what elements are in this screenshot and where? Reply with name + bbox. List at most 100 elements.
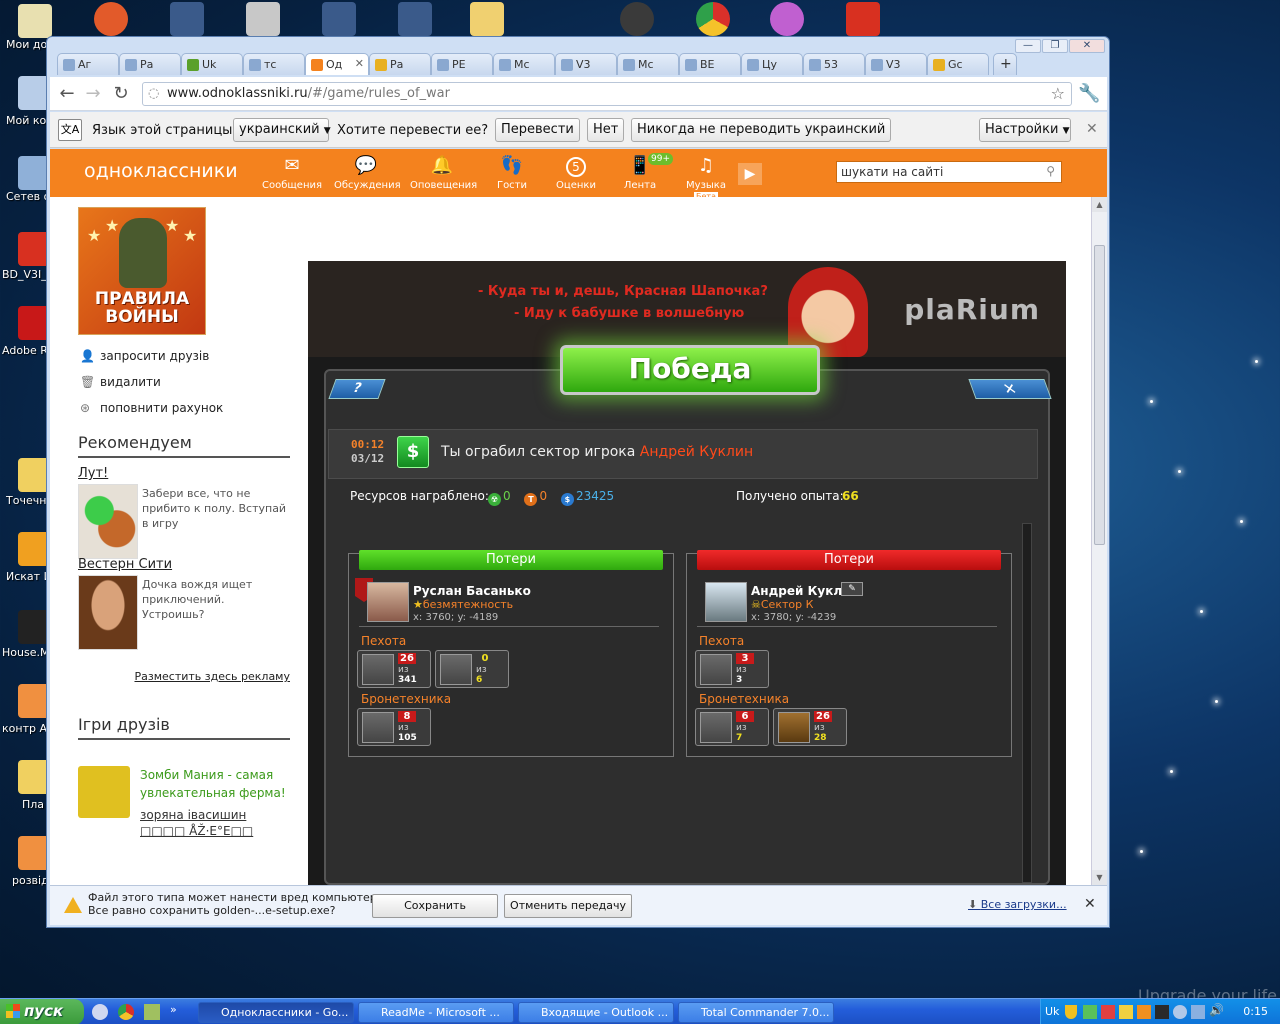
tray-app-icon[interactable] — [1119, 1005, 1133, 1019]
browser-tab[interactable]: Ра — [369, 53, 431, 75]
results-scrollbar[interactable] — [1022, 523, 1032, 883]
scroll-down-arrow-icon[interactable]: ▼ — [1092, 870, 1107, 885]
volume-icon[interactable]: 🔊 — [1209, 1003, 1224, 1017]
friend-game-title[interactable]: Зомби Мания - самая увлекательная ферма! — [140, 766, 288, 802]
translate-button[interactable]: Перевести — [495, 118, 580, 142]
chrome-icon[interactable] — [696, 2, 730, 36]
tray-app-icon[interactable] — [1101, 1005, 1115, 1019]
cancel-download-button[interactable]: Отменить передачу — [504, 894, 632, 918]
browser-tab[interactable]: Gc — [927, 53, 989, 75]
game-banner[interactable]: - Куда ты и, дешь, Красная Шапочка? - Иду… — [308, 261, 1066, 357]
back-arrow-icon[interactable]: ← — [56, 83, 78, 105]
nav-guests[interactable]: 👣 Гости — [480, 153, 544, 191]
shield-icon[interactable] — [1065, 1005, 1077, 1019]
taskbar-task[interactable]: Входящие - Outlook ... — [518, 1002, 674, 1023]
bookmark-star-icon[interactable]: ☆ — [1051, 84, 1065, 103]
language-select[interactable]: украинский ▼ — [233, 118, 331, 142]
enemy-name[interactable]: Андрей Куклин — [640, 444, 753, 460]
play-icon[interactable]: ▶ — [738, 163, 762, 185]
player-avatar[interactable] — [705, 582, 747, 622]
browser-quicklaunch-icon[interactable] — [92, 1004, 108, 1020]
site-search-input[interactable]: шукати на сайті ⚲ — [836, 161, 1062, 183]
player-avatar[interactable] — [367, 582, 409, 622]
my-documents-icon[interactable] — [18, 4, 52, 38]
delete-link[interactable]: 🗑 видалити — [78, 375, 290, 391]
tray-app-icon[interactable] — [1083, 1005, 1097, 1019]
friend-game-image[interactable] — [78, 766, 130, 818]
pdf-file-icon[interactable] — [846, 2, 880, 36]
media-player-icon[interactable] — [1137, 1005, 1151, 1019]
player-name[interactable]: Руслан Басанько — [413, 584, 531, 598]
unit-card[interactable]: 26 из 341 — [357, 650, 431, 688]
place-ad-link[interactable]: Разместить здесь рекламу — [78, 670, 290, 683]
tray-app-icon[interactable] — [1155, 1005, 1169, 1019]
close-report-button[interactable]: ✕ — [968, 379, 1052, 399]
browser-tab[interactable]: РЕ — [431, 53, 493, 75]
reload-icon[interactable]: ↻ — [110, 83, 132, 105]
scroll-thumb[interactable] — [1094, 245, 1105, 545]
nav-music[interactable]: ♫Музыка Бета — [674, 153, 738, 202]
tray-app-icon[interactable] — [1173, 1005, 1187, 1019]
maximize-button[interactable]: ❐ — [1042, 39, 1068, 53]
browser-tab[interactable]: Uk — [181, 53, 243, 75]
nav-ratings[interactable]: 5 Оценки — [544, 153, 608, 191]
close-download-bar-icon[interactable]: ✕ — [1084, 896, 1096, 912]
taskbar-task[interactable]: Одноклассники - Go... — [198, 1002, 354, 1023]
save-download-button[interactable]: Сохранить — [372, 894, 498, 918]
browser-tab[interactable]: ВЕ — [679, 53, 741, 75]
rec-title-link[interactable]: Лут! — [78, 466, 290, 481]
rec-title-link[interactable]: Вестерн Сити — [78, 557, 290, 572]
close-translate-icon[interactable]: ✕ — [1086, 121, 1098, 137]
nav-discussions[interactable]: 💬 Обсуждения — [334, 153, 401, 191]
nav-messages[interactable]: ✉ Сообщения — [260, 153, 324, 191]
network-shortcut-icon[interactable] — [170, 2, 204, 36]
network-tray-icon[interactable] — [1191, 1005, 1205, 1019]
browser-tab[interactable]: Аг — [57, 53, 119, 75]
new-tab-button[interactable]: + — [993, 53, 1017, 75]
game-frame[interactable]: - Куда ты и, дешь, Красная Шапочка? - Иду… — [308, 261, 1066, 885]
unit-card[interactable]: 6 из 7 — [695, 708, 769, 746]
nav-notifications[interactable]: 🔔 Оповещения — [410, 153, 477, 191]
no-button[interactable]: Нет — [587, 118, 625, 142]
translate-settings-button[interactable]: Настройки ▼ — [979, 118, 1071, 142]
rec-image[interactable] — [78, 575, 138, 650]
network-shortcut-icon[interactable] — [398, 2, 432, 36]
chevron-right-icon[interactable]: » — [170, 1003, 177, 1016]
scroll-up-arrow-icon[interactable]: ▲ — [1092, 197, 1107, 212]
unit-card[interactable]: 8 из 105 — [357, 708, 431, 746]
browser-tab[interactable]: Цу — [741, 53, 803, 75]
language-indicator[interactable]: Uk — [1045, 1005, 1059, 1018]
unit-card[interactable]: 3 из 3 — [695, 650, 769, 688]
site-logo[interactable]: одноклассники — [84, 160, 238, 182]
search-icon[interactable]: ⚲ — [1046, 164, 1055, 178]
close-window-button[interactable]: ✕ — [1069, 39, 1105, 53]
taskbar-task[interactable]: Total Commander 7.0... — [678, 1002, 834, 1023]
game-avatar[interactable]: ★ ★ ★ ★ ПРАВИЛА ВОЙНЫ — [78, 207, 206, 335]
browser-tab[interactable]: V3 — [555, 53, 617, 75]
address-bar[interactable]: ◌ www.odnoklassniki.ru/#/game/rules_of_w… — [142, 82, 1072, 106]
chrome-quicklaunch-icon[interactable] — [118, 1004, 134, 1020]
scanner-icon[interactable] — [246, 2, 280, 36]
help-button[interactable]: ? — [328, 379, 386, 399]
browser-tab[interactable]: Мс — [493, 53, 555, 75]
wrench-icon[interactable]: 🔧 — [1078, 83, 1100, 105]
unit-card[interactable]: 0 из 6 — [435, 650, 509, 688]
taskbar-task[interactable]: ReadMe - Microsoft ... — [358, 1002, 514, 1023]
never-translate-button[interactable]: Никогда не переводить украинский — [631, 118, 892, 142]
browser-tab[interactable]: V3 — [865, 53, 927, 75]
friend-user-link[interactable]: зоряна івасишин — [140, 808, 246, 822]
folder-icon[interactable] — [470, 2, 504, 36]
rec-image[interactable] — [78, 484, 138, 559]
minimize-button[interactable]: — — [1015, 39, 1041, 53]
page-scrollbar[interactable]: ▲ ▼ — [1091, 197, 1107, 885]
browser-tab[interactable]: Мс — [617, 53, 679, 75]
invite-friends-link[interactable]: 👤 запросити друзів — [78, 349, 290, 365]
game-character-icon[interactable] — [770, 2, 804, 36]
toy-bear-icon[interactable] — [94, 2, 128, 36]
app-quicklaunch-icon[interactable] — [144, 1004, 160, 1020]
forward-arrow-icon[interactable]: → — [82, 83, 104, 105]
edit-pencil-icon[interactable]: ✎ — [841, 582, 863, 596]
unit-card[interactable]: 26 из 28 — [773, 708, 847, 746]
all-downloads-link[interactable]: ⬇ Все загрузки... — [968, 898, 1067, 911]
top-up-link[interactable]: ⊛ поповнити рахунок — [78, 401, 290, 417]
